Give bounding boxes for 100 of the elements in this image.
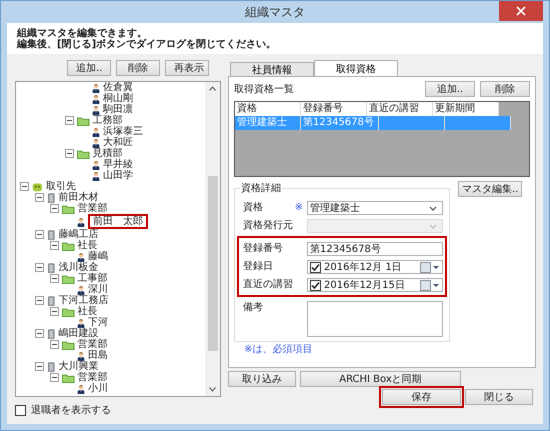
scroll-thumb[interactable] — [208, 176, 218, 351]
folder-icon — [62, 372, 74, 382]
calendar-dropdown-icon — [420, 262, 440, 272]
tree-item[interactable]: 佐倉翼 — [103, 82, 133, 93]
tab[interactable]: 社員情報 — [230, 62, 314, 76]
table-cell: 第12345678号 — [303, 117, 374, 128]
window-title: 組織マスタ — [245, 4, 305, 20]
tree-item[interactable]: 下河 — [88, 317, 108, 328]
person-icon — [77, 350, 85, 360]
collapse-toggle[interactable] — [35, 296, 44, 305]
scroll-down-icon[interactable] — [209, 387, 216, 392]
tree-item[interactable]: 駒田凛 — [103, 104, 133, 115]
notes-field[interactable] — [307, 301, 443, 337]
date-field[interactable]: 2016年12月15日 — [307, 278, 443, 292]
tree-item[interactable]: 田島 — [88, 350, 108, 361]
tree-item[interactable]: 社長 — [78, 306, 98, 317]
tree-item[interactable]: 山田学 — [103, 170, 133, 181]
tree-item[interactable]: 深川 — [88, 284, 108, 295]
list-title: 取得資格一覧 — [234, 82, 294, 96]
tree-action-button[interactable]: 再表示 — [165, 60, 209, 76]
person-icon — [77, 318, 85, 328]
person-icon — [77, 384, 85, 394]
tree-item[interactable]: 営業部 — [78, 372, 108, 383]
tree-action-button[interactable]: 削除 — [116, 60, 160, 76]
folder-icon — [62, 204, 74, 214]
collapse-toggle[interactable] — [65, 116, 74, 125]
tree-item[interactable]: 小川 — [88, 383, 108, 394]
field-label: 資格発行元 — [243, 219, 293, 233]
instruction-text: 編集後、[閉じる]ボタンでダイアログを閉じてください。 — [17, 39, 278, 50]
field-label: 登録日 — [243, 260, 273, 274]
scroll-up-icon[interactable] — [209, 86, 216, 91]
tree-item[interactable]: 下河工務店 — [58, 295, 109, 306]
list-action-button[interactable]: 削除 — [480, 81, 530, 97]
chevron-down-icon — [429, 206, 437, 210]
dropdown-field[interactable]: 管理建築士 — [307, 201, 443, 215]
checkbox[interactable] — [310, 262, 321, 272]
collapse-toggle[interactable] — [50, 307, 59, 316]
folder-icon — [62, 274, 74, 284]
instruction-text: 組織マスタを編集できます。 — [17, 28, 148, 39]
folder-icon — [77, 148, 90, 158]
field-label: 直近の講習 — [243, 278, 293, 292]
field-label: 登録番号 — [243, 242, 283, 256]
tree-item[interactable]: 大和匠 — [103, 137, 133, 148]
tree-item[interactable]: 営業部 — [78, 203, 108, 214]
close-button[interactable] — [499, 1, 543, 21]
building-icon — [47, 230, 56, 240]
tab[interactable]: 取得資格 — [314, 60, 398, 76]
tree-item[interactable]: 浅川板金 — [58, 262, 99, 273]
collapse-toggle[interactable] — [35, 230, 44, 239]
scrollbar[interactable] — [205, 82, 220, 396]
input-field[interactable]: 第12345678号 — [307, 242, 443, 256]
collapse-toggle[interactable] — [35, 329, 44, 338]
close-icon — [516, 6, 526, 16]
collapse-toggle[interactable] — [50, 274, 59, 283]
tree-item[interactable]: 前田木材 — [58, 192, 99, 203]
collapse-toggle[interactable] — [20, 182, 29, 191]
chevron-down-icon — [429, 224, 437, 228]
folder-icon — [62, 306, 74, 316]
tree-item[interactable]: 工務部 — [92, 115, 122, 126]
collapse-toggle[interactable] — [50, 241, 59, 250]
tree-item[interactable]: 工事部 — [78, 273, 108, 284]
tree-item[interactable]: 社長 — [78, 240, 98, 251]
collapse-toggle[interactable] — [65, 149, 74, 158]
collapse-toggle[interactable] — [35, 362, 44, 371]
tree-item[interactable]: 大川興業 — [58, 361, 99, 372]
folder-icon — [77, 116, 90, 126]
tree-item[interactable]: 浜塚泰三 — [103, 126, 143, 137]
required-mark: ※ — [294, 201, 303, 215]
building-icon — [47, 362, 56, 372]
table-cell: 管理建築士 — [237, 117, 287, 128]
person-icon — [77, 216, 85, 226]
tree-item[interactable]: 嶋田建設 — [58, 328, 99, 339]
list-action-button[interactable]: 追加.. — [425, 81, 475, 97]
group-title: 資格詳細 — [240, 182, 282, 195]
tree-item[interactable]: 藤嶋 — [88, 251, 108, 262]
checkbox[interactable] — [310, 280, 321, 290]
folder-icon — [62, 340, 74, 350]
collapse-toggle[interactable] — [35, 263, 44, 272]
tree-item[interactable]: 見積部 — [92, 148, 122, 159]
collapse-toggle[interactable] — [50, 340, 59, 349]
building-icon — [47, 192, 56, 202]
date-field[interactable]: 2016年12月 1日 — [307, 260, 443, 274]
tree-item[interactable]: 営業部 — [78, 339, 108, 350]
dialog-button[interactable]: ARCHI Boxと同期 — [300, 371, 461, 387]
dialog-button[interactable]: 保存 — [382, 389, 461, 405]
dialog-button[interactable]: 閉じる — [465, 389, 533, 405]
tree-item[interactable]: 桐山剛 — [103, 93, 133, 104]
building-icon — [47, 296, 56, 306]
checkbox[interactable] — [15, 404, 26, 416]
tree-item[interactable]: 取引先 — [46, 181, 76, 192]
folder-icon — [62, 240, 74, 250]
collapse-toggle[interactable] — [50, 204, 59, 213]
collapse-toggle[interactable] — [50, 373, 59, 382]
tree-action-button[interactable]: 追加.. — [67, 60, 111, 76]
master-edit-button[interactable]: マスタ編集.. — [458, 181, 522, 197]
dialog-button[interactable]: 取り込み — [228, 371, 296, 387]
tree-item[interactable]: 藤嶋工店 — [58, 229, 99, 240]
building-icon — [47, 262, 56, 272]
collapse-toggle[interactable] — [35, 193, 44, 202]
tree-item[interactable]: 早井綾 — [103, 159, 133, 170]
